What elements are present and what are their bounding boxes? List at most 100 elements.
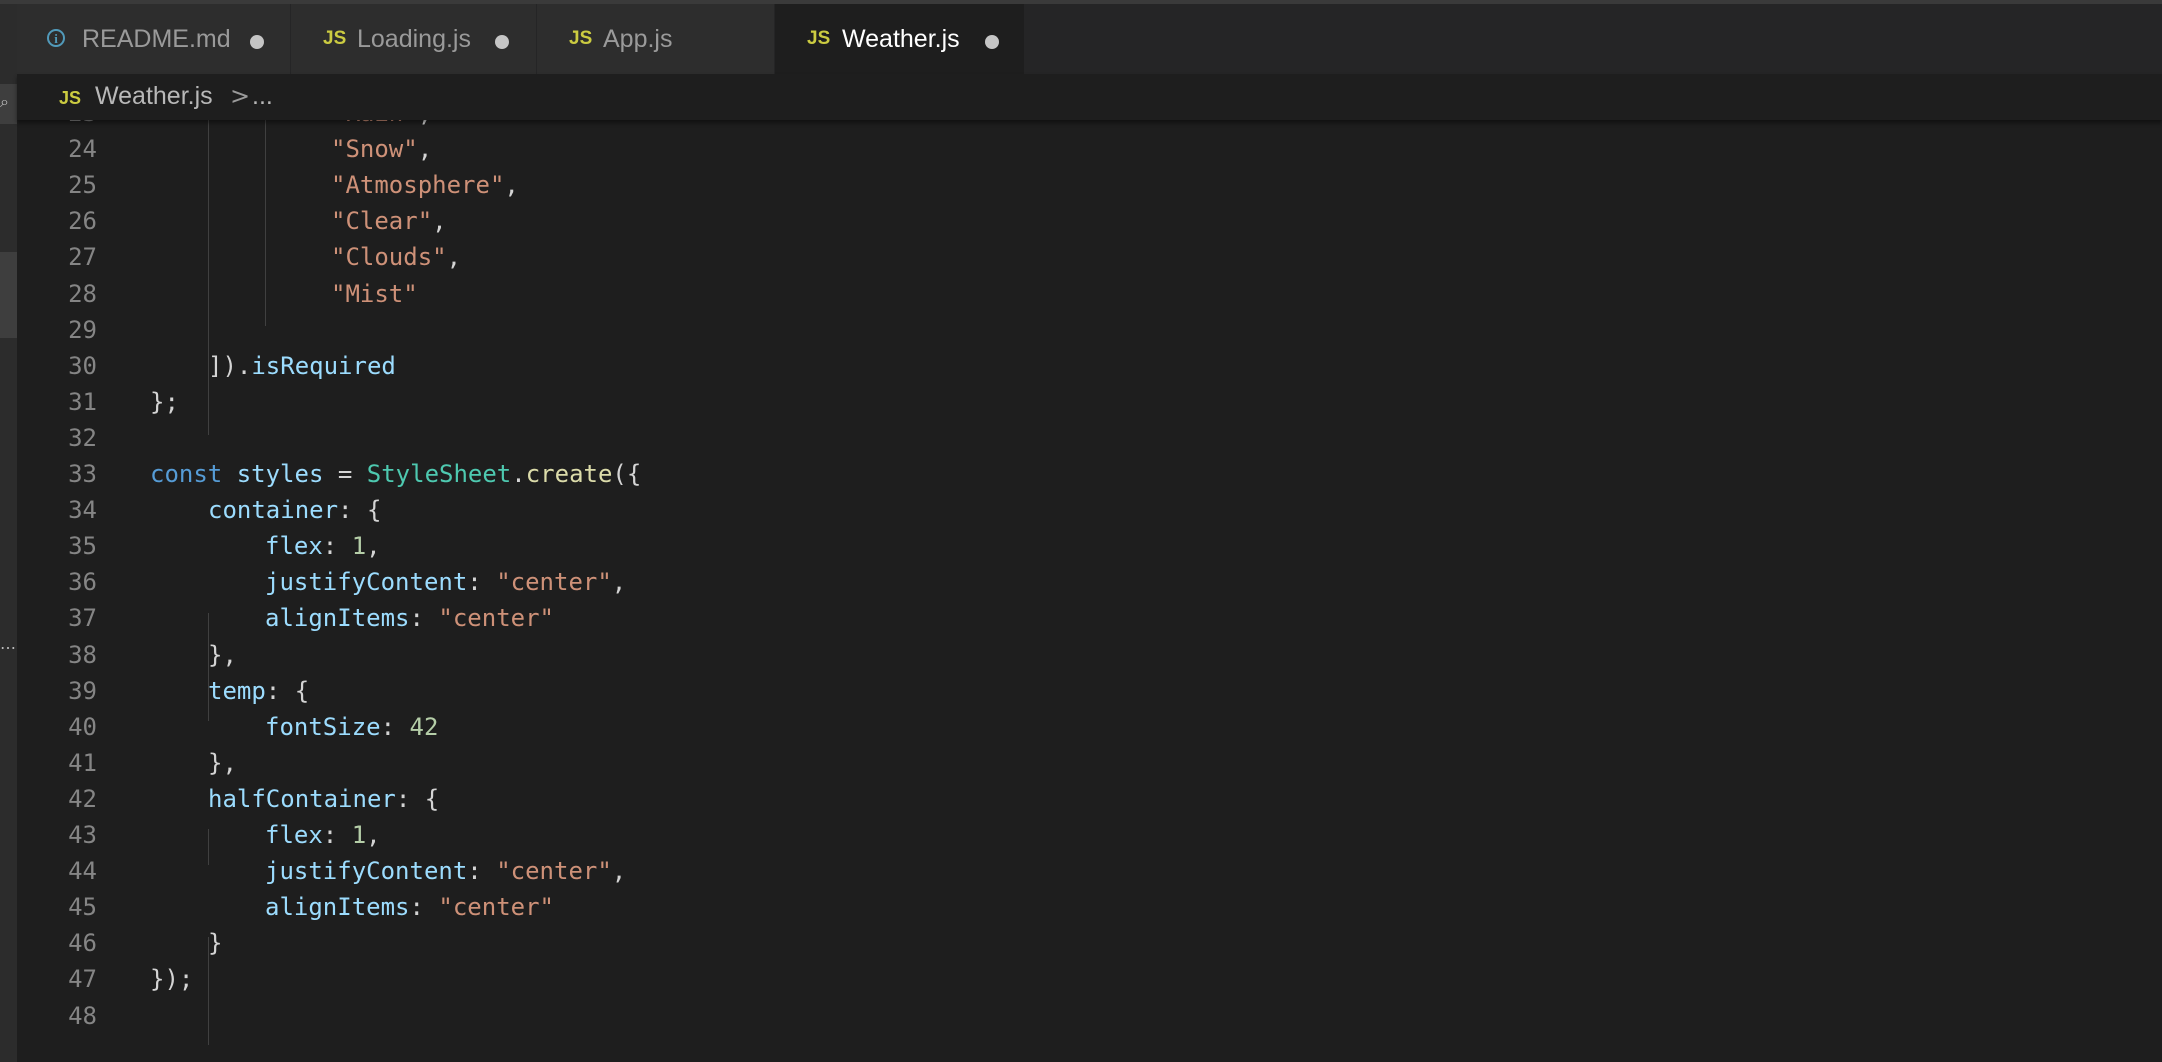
breadcrumb-file[interactable]: Weather.js <box>95 82 213 111</box>
line-number: 46 <box>68 929 97 958</box>
tab-readme[interactable]: i README.md <box>17 4 291 74</box>
code-text: container: { <box>208 492 381 528</box>
modified-dot-icon[interactable] <box>250 35 264 49</box>
code-token: "Mist" <box>331 279 418 308</box>
line-number: 30 <box>68 351 97 380</box>
code-token: container <box>208 496 339 525</box>
line-number: 36 <box>68 568 97 597</box>
breadcrumb-separator-icon: > <box>230 82 251 110</box>
code-line[interactable]: 34 container: { <box>17 492 2162 528</box>
more-icon[interactable]: … <box>0 634 16 653</box>
activity-item-search[interactable]: ⌕ <box>0 84 17 124</box>
code-text: }, <box>208 637 237 673</box>
tab-weather[interactable]: JS Weather.js <box>775 4 1025 74</box>
code-line[interactable]: 48 <box>17 998 2162 1034</box>
line-number: 42 <box>68 784 97 813</box>
js-file-icon: JS <box>59 88 82 108</box>
code-token: temp <box>208 676 266 705</box>
tab-label: Loading.js <box>357 25 471 53</box>
code-token: , <box>417 135 433 164</box>
modified-dot-icon[interactable] <box>985 35 999 49</box>
tab-app[interactable]: JS App.js <box>537 4 775 74</box>
code-token: . <box>511 460 526 488</box>
line-number: 34 <box>68 496 97 525</box>
code-line[interactable]: 35 flex: 1, <box>17 528 2162 564</box>
tab-label: App.js <box>603 25 673 53</box>
code-token: create <box>525 460 613 488</box>
code-token: : { <box>338 496 382 525</box>
code-token: fontSize <box>265 712 381 741</box>
code-token: : <box>322 821 352 849</box>
code-token: }, <box>208 640 237 669</box>
code-line[interactable]: 26 "Clear", <box>17 203 2162 239</box>
activity-item-active[interactable] <box>0 252 17 338</box>
code-token: justifyContent <box>265 568 468 597</box>
code-line[interactable]: 45 alignItems: "center" <box>17 889 2162 925</box>
code-line[interactable]: 43 flex: 1, <box>17 817 2162 853</box>
code-line[interactable]: 47}); <box>17 961 2162 997</box>
code-token: const <box>150 460 223 488</box>
line-number: 47 <box>68 965 97 994</box>
code-line[interactable]: 38}, <box>17 637 2162 673</box>
code-line[interactable]: 31}; <box>17 384 2162 420</box>
line-number: 44 <box>68 857 97 886</box>
code-text: flex: 1, <box>265 528 381 564</box>
code-token: isRequired <box>251 351 396 380</box>
code-token: , <box>611 857 627 886</box>
code-line[interactable]: 39 temp: { <box>17 673 2162 709</box>
info-icon: i <box>47 29 65 47</box>
code-text: alignItems: "center" <box>265 889 554 925</box>
code-token: flex <box>265 532 323 561</box>
code-line[interactable]: 25 "Atmosphere", <box>17 167 2162 203</box>
code-line[interactable]: 37 alignItems: "center" <box>17 600 2162 636</box>
code-token: "center" <box>438 893 554 922</box>
code-line[interactable]: 42 halfContainer: { <box>17 781 2162 817</box>
breadcrumb-symbol[interactable]: ... <box>252 82 273 111</box>
code-editor[interactable]: 23"Rain",24"Snow",25"Atmosphere",26"Clea… <box>17 108 2162 1062</box>
code-line[interactable]: 36 justifyContent: "center", <box>17 564 2162 600</box>
search-icon: ⌕ <box>0 92 9 111</box>
code-text: "Clouds", <box>331 239 461 275</box>
line-number: 38 <box>68 640 97 669</box>
code-text: justifyContent: "center", <box>265 564 626 600</box>
code-text: "Atmosphere", <box>331 167 519 203</box>
line-number: 48 <box>68 1001 97 1030</box>
tab-bar: i README.md JS Loading.js JS App.js JS W… <box>17 4 2162 74</box>
code-text: fontSize: 42 <box>265 709 438 745</box>
code-token: 1 <box>351 821 367 849</box>
code-token: ({ <box>612 460 642 488</box>
code-line[interactable]: 30 ]).isRequired <box>17 348 2162 384</box>
code-line[interactable]: 32 <box>17 420 2162 456</box>
code-text: flex: 1, <box>265 817 381 853</box>
code-line[interactable]: 28 "Mist" <box>17 276 2162 312</box>
code-token: = <box>323 460 367 488</box>
activity-bar: ⌕ … <box>0 4 17 1062</box>
code-line[interactable]: 33 const styles = StyleSheet.create({ <box>17 456 2162 492</box>
code-token: , <box>504 171 519 200</box>
modified-dot-icon[interactable] <box>495 35 509 49</box>
code-token: : <box>322 532 352 561</box>
code-token: "center" <box>496 568 612 597</box>
line-number: 24 <box>68 135 97 164</box>
code-line[interactable]: 44 justifyContent: "center", <box>17 853 2162 889</box>
code-token: halfContainer <box>208 784 396 813</box>
tab-label: Weather.js <box>842 25 960 53</box>
code-line[interactable]: 27 "Clouds", <box>17 239 2162 275</box>
line-number: 35 <box>68 532 97 561</box>
code-line[interactable]: 46} <box>17 925 2162 961</box>
code-token: StyleSheet <box>366 460 512 488</box>
code-token: alignItems <box>265 604 410 633</box>
code-text: ]).isRequired <box>208 348 396 384</box>
code-token: }, <box>208 748 237 777</box>
breadcrumb: JS Weather.js > ... <box>17 74 2162 120</box>
code-line[interactable]: 29 <box>17 312 2162 348</box>
code-line[interactable]: 40 fontSize: 42 <box>17 709 2162 745</box>
code-line[interactable]: 41}, <box>17 745 2162 781</box>
code-token: "center" <box>496 857 612 886</box>
code-token: }); <box>150 965 194 994</box>
code-line[interactable]: 24 "Snow", <box>17 131 2162 167</box>
line-number: 32 <box>68 423 97 452</box>
code-text: }, <box>208 745 237 781</box>
tab-loading[interactable]: JS Loading.js <box>291 4 537 74</box>
code-token: , <box>366 821 381 849</box>
